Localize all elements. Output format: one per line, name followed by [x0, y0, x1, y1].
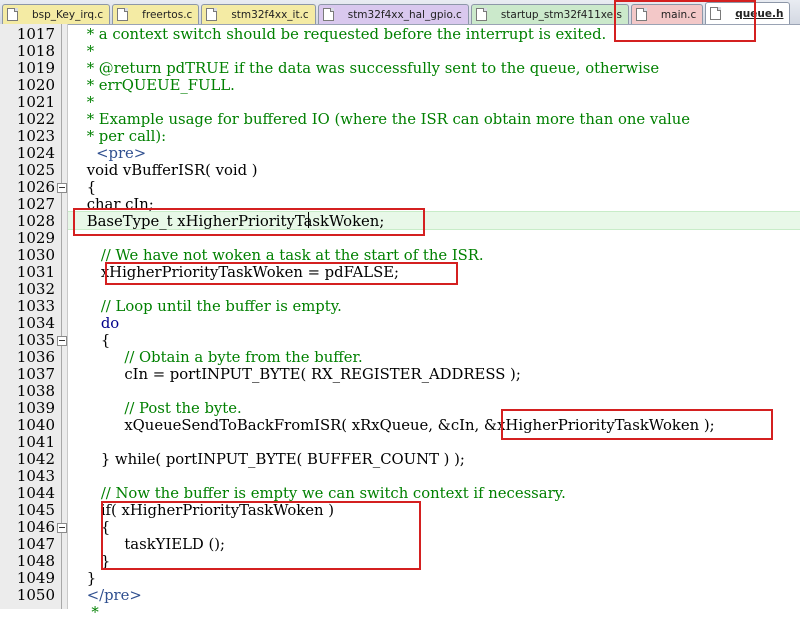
code-line-text: </pre>: [82, 587, 142, 604]
code-line: {: [0, 332, 800, 349]
code-line-text: }: [82, 570, 97, 587]
code-line: * errQUEUE_FULL.: [0, 77, 800, 94]
code-line-text: // Post the byte.: [82, 400, 242, 417]
code-line-text: // Loop until the buffer is empty.: [82, 298, 342, 315]
file-tab-label: stm32f4xx_hal_gpio.c: [347, 8, 462, 21]
file-tab[interactable]: stm32f4xx_hal_gpio.c: [317, 4, 469, 24]
code-line-text: {: [82, 332, 111, 349]
file-icon: [7, 8, 18, 21]
annotation-box-init: [105, 262, 458, 285]
code-line: </pre>: [0, 587, 800, 604]
code-line: // Now the buffer is empty we can switch…: [0, 485, 800, 502]
code-line-text: {: [82, 179, 97, 196]
file-tab[interactable]: startup_stm32f411xe.s: [470, 4, 629, 24]
code-line-text: do: [82, 315, 120, 332]
code-line: * Example usage for buffered IO (where t…: [0, 111, 800, 128]
code-line-text: *: [82, 604, 99, 621]
code-line-text: cIn = portINPUT_BYTE( RX_REGISTER_ADDRES…: [82, 366, 521, 383]
file-icon: [206, 8, 218, 21]
code-line-text: *: [82, 94, 95, 111]
code-line: *: [0, 43, 800, 60]
fold-toggle-icon[interactable]: [57, 523, 67, 533]
code-line: *: [0, 94, 800, 111]
file-tab-label: bsp_Key_irq.c: [32, 8, 104, 21]
code-line: <pre>: [0, 145, 800, 162]
annotation-box-yield-block: [101, 501, 421, 570]
code-line-text: * Example usage for buffered IO (where t…: [82, 111, 691, 128]
fold-toggle-icon[interactable]: [57, 336, 67, 346]
file-tab[interactable]: stm32f4xx_it.c: [201, 4, 316, 24]
file-tab[interactable]: bsp_Key_irq.c: [2, 4, 111, 24]
code-line: * @return pdTRUE if the data was success…: [0, 60, 800, 77]
file-icon: [475, 8, 487, 21]
code-line: cIn = portINPUT_BYTE( RX_REGISTER_ADDRES…: [0, 366, 800, 383]
code-line-text: *: [82, 43, 95, 60]
code-line: *: [0, 604, 800, 621]
code-line: } while( portINPUT_BYTE( BUFFER_COUNT ) …: [0, 451, 800, 468]
code-line: // Loop until the buffer is empty.: [0, 298, 800, 315]
code-line: {: [0, 179, 800, 196]
code-line-text: // Obtain a byte from the buffer.: [82, 349, 363, 366]
file-tab-label: freertos.c: [142, 8, 193, 21]
file-icon: [322, 8, 334, 21]
code-line-text: * per call):: [82, 128, 167, 145]
file-tab[interactable]: freertos.c: [112, 4, 200, 24]
annotation-box-send-arg: [501, 409, 773, 440]
file-icon: [117, 8, 129, 21]
annotation-box-declaration: [73, 208, 425, 236]
file-tab-label: stm32f4xx_it.c: [231, 8, 309, 21]
code-line-text: void vBufferISR( void ): [82, 162, 258, 179]
code-line: void vBufferISR( void ): [0, 162, 800, 179]
annotation-box-is-exited: [614, 0, 756, 42]
code-line: // Obtain a byte from the buffer.: [0, 349, 800, 366]
code-line-text: * a context switch should be requested b…: [82, 26, 607, 43]
code-line-text: * @return pdTRUE if the data was success…: [82, 60, 660, 77]
code-line-text: // Now the buffer is empty we can switch…: [82, 485, 566, 502]
code-line: do: [0, 315, 800, 332]
code-line-text: } while( portINPUT_BYTE( BUFFER_COUNT ) …: [82, 451, 465, 468]
code-line: }: [0, 570, 800, 587]
code-line-text: * errQUEUE_FULL.: [82, 77, 235, 94]
file-tab-label: startup_stm32f411xe.s: [500, 8, 622, 21]
code-line-text: <pre>: [82, 145, 147, 162]
fold-toggle-icon[interactable]: [57, 183, 67, 193]
code-line: * per call):: [0, 128, 800, 145]
